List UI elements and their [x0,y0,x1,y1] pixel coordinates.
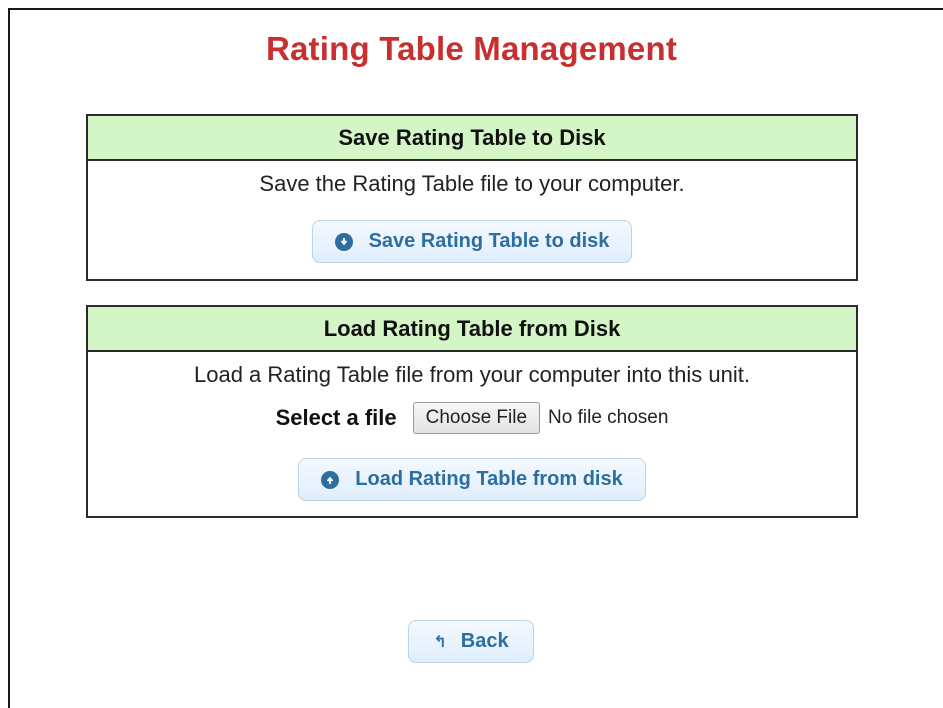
file-select-label: Select a file [275,405,397,430]
load-panel: Load Rating Table from Disk Load a Ratin… [86,305,858,518]
save-panel: Save Rating Table to Disk Save the Ratin… [86,114,858,281]
load-rating-table-button[interactable]: Load Rating Table from disk [298,458,646,501]
upload-circle-icon [321,470,340,489]
save-panel-header: Save Rating Table to Disk [88,116,856,161]
page-title: Rating Table Management [265,30,678,67]
back-button[interactable]: ↰ Back [408,620,534,663]
return-arrow-icon: ↰ [433,633,447,651]
choose-file-button[interactable]: Choose File [412,402,541,434]
back-button-label: Back [460,630,509,652]
save-rating-table-button[interactable]: Save Rating Table to disk [312,220,632,263]
load-button-label: Load Rating Table from disk [355,468,623,490]
download-circle-icon [334,232,353,251]
file-select-row: Select a file Choose File No file chosen [88,402,856,434]
file-status-text: No file chosen [548,407,669,428]
load-panel-description: Load a Rating Table file from your compu… [193,362,750,387]
save-button-label: Save Rating Table to disk [368,230,610,252]
save-panel-description: Save the Rating Table file to your compu… [259,171,685,196]
load-panel-header: Load Rating Table from Disk [88,307,856,352]
